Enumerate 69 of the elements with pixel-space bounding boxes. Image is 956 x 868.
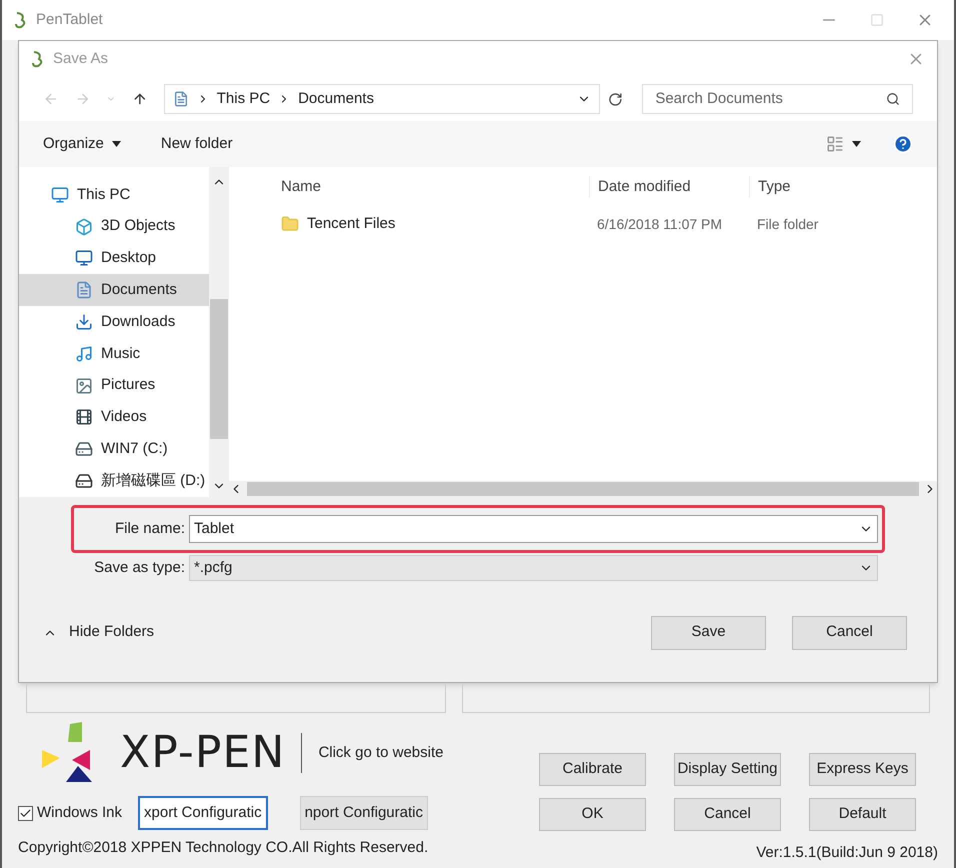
help-icon[interactable] <box>893 134 913 154</box>
desktop-icon <box>75 249 93 268</box>
windows-ink-checkbox[interactable]: Windows Ink <box>18 802 122 824</box>
action-button[interactable]: Calibrate <box>539 753 646 786</box>
sidebar-item[interactable]: Music <box>19 338 209 370</box>
field-label: File name: <box>114 518 186 539</box>
scrollbar[interactable] <box>209 167 229 497</box>
cube-icon <box>75 218 93 236</box>
caret-icon <box>852 141 861 147</box>
sidebar-item[interactable]: WIN7 (C:) <box>19 433 209 466</box>
music-note-icon <box>75 344 93 363</box>
action-button[interactable]: OK <box>539 798 646 831</box>
monitor-icon <box>51 186 69 204</box>
folder-icon <box>281 215 299 233</box>
picture-icon <box>75 376 93 395</box>
film-icon <box>75 408 93 426</box>
action-button[interactable]: Express Keys <box>809 753 916 786</box>
view-icon[interactable] <box>826 135 844 153</box>
new-folder-button[interactable]: New folder <box>160 132 233 156</box>
breadcrumb[interactable]: Documents <box>298 88 374 110</box>
action-button[interactable]: Display Setting <box>674 753 781 786</box>
file-name-field[interactable]: Tablet <box>189 515 878 543</box>
app-icon <box>31 50 45 68</box>
organize-menu[interactable]: Organize <box>43 132 121 156</box>
refresh-icon[interactable] <box>608 92 622 106</box>
brand-name: XP-PEN <box>120 731 286 775</box>
address-bar[interactable]: This PC Documents <box>164 84 600 114</box>
up-icon[interactable] <box>132 91 148 107</box>
sidebar-item[interactable]: Desktop <box>19 242 209 274</box>
version-text: Ver:1.5.1(Build:Jun 9 2018) <box>756 842 938 862</box>
sidebar-item[interactable]: This PC <box>19 179 209 211</box>
action-button[interactable]: Default <box>809 798 916 831</box>
sidebar-item[interactable]: 新增磁碟區 (D:) <box>19 465 209 497</box>
sidebar-item[interactable]: Videos <box>19 402 209 434</box>
sidebar-item[interactable]: Downloads <box>19 306 209 338</box>
horizontal-scrollbar[interactable] <box>229 481 937 497</box>
website-link[interactable]: Click go to website <box>318 742 444 764</box>
date-cell-text: 6/16/2018 11:07 PM <box>596 214 724 234</box>
save-type-select[interactable]: *.pcfg <box>189 555 878 581</box>
document-icon <box>172 91 189 107</box>
configuration-button[interactable]: xport Configuratic <box>138 796 268 830</box>
copyright-text: Copyright©2018 XPPEN Technology CO.All Rights Reserved. <box>18 838 430 858</box>
hide-folders-button[interactable]: Hide Folders <box>43 621 154 644</box>
breadcrumb[interactable]: This PC <box>216 88 270 110</box>
column-header[interactable]: Date modified <box>589 176 749 198</box>
check-icon <box>19 806 32 820</box>
dialog-title: Save As <box>53 48 108 69</box>
window-title: PenTablet <box>36 10 103 30</box>
dialog-button[interactable]: Cancel <box>792 616 907 650</box>
sidebar-item[interactable]: 3D Objects <box>19 210 209 243</box>
document-icon <box>75 281 93 300</box>
app-icon <box>14 11 28 29</box>
drive-icon <box>75 440 93 458</box>
configuration-button[interactable]: nport Configuratic <box>300 796 428 830</box>
search-field[interactable]: Search Documents <box>642 84 913 114</box>
action-button[interactable]: Cancel <box>674 798 781 831</box>
column-header[interactable]: Type <box>749 176 791 198</box>
column-header[interactable]: Name <box>229 176 589 198</box>
type-cell-text: File folder <box>756 214 818 234</box>
sidebar-item[interactable]: Documents <box>19 274 209 306</box>
sidebar-item[interactable]: Pictures <box>19 370 209 402</box>
checkbox[interactable] <box>18 806 33 820</box>
download-icon <box>75 313 93 332</box>
dialog-button[interactable]: Save <box>651 616 766 650</box>
file-name: Tencent Files <box>307 214 396 234</box>
field-label: Save as type: <box>93 558 186 578</box>
search-icon <box>886 92 900 106</box>
file-row[interactable]: Tencent Files 6/16/2018 11:07 PM File folder <box>229 207 937 241</box>
caret-icon <box>112 141 121 147</box>
